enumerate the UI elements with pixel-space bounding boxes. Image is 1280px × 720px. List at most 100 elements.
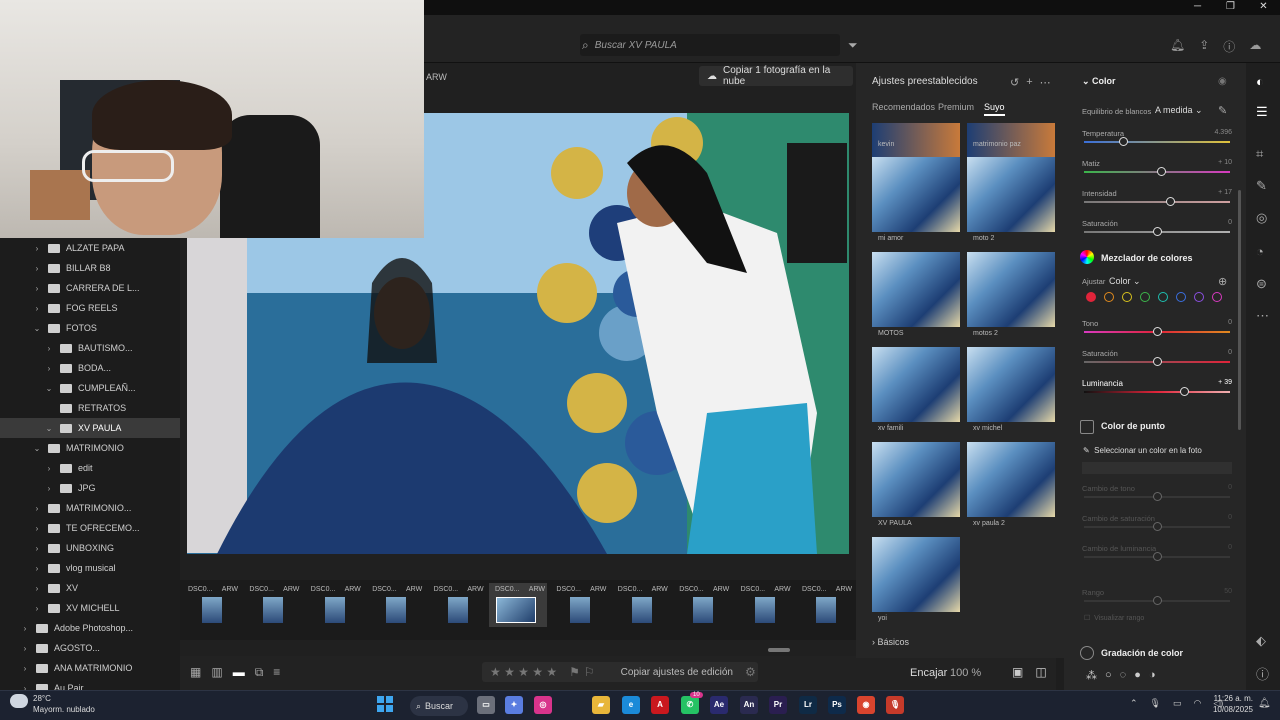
crop-icon[interactable]: ⌗ bbox=[1256, 146, 1263, 162]
preset-card[interactable]: mi amor bbox=[872, 157, 960, 244]
folder-item[interactable]: › BAUTISMO... bbox=[0, 338, 180, 358]
folder-item[interactable]: › XV MICHELL bbox=[0, 598, 180, 618]
maximize-button[interactable]: ❐ bbox=[1214, 0, 1247, 15]
chevron-right-icon[interactable]: › bbox=[32, 504, 42, 513]
folder-item[interactable]: › TE OFRECEMO... bbox=[0, 518, 180, 538]
taskbar-app-whatsapp[interactable]: ✆ bbox=[681, 696, 699, 714]
filmstrip-thumb[interactable]: DSC0... ARW bbox=[673, 583, 731, 627]
taskbar-app-premiere[interactable]: Pr bbox=[769, 696, 787, 714]
chevron-right-icon[interactable]: › bbox=[32, 284, 42, 293]
chevron-right-icon[interactable]: › bbox=[32, 524, 42, 533]
slider-knob[interactable] bbox=[1118, 137, 1128, 146]
reject-flag-icon[interactable]: ⚐ bbox=[584, 665, 595, 679]
filmstrip-thumb[interactable]: DSC0... ARW bbox=[305, 583, 363, 627]
clock[interactable]: 11:26 a. m. 10/08/2025 bbox=[1203, 693, 1253, 715]
wb-select[interactable]: A medida ⌄ bbox=[1155, 105, 1203, 116]
grading-shadows-icon[interactable]: ○ bbox=[1105, 669, 1112, 682]
color-grading-title[interactable]: Gradación de color bbox=[1101, 648, 1183, 658]
before-after-icon[interactable]: ▣ bbox=[1012, 665, 1023, 679]
minimize-button[interactable]: ─ bbox=[1181, 0, 1214, 15]
filter-icon[interactable]: ⏷ bbox=[848, 38, 858, 53]
taskbar-app-mic[interactable]: 🎙 bbox=[886, 696, 904, 714]
slider-knob[interactable] bbox=[1152, 492, 1162, 501]
folder-item[interactable]: › UNBOXING bbox=[0, 538, 180, 558]
folder-item[interactable]: ⌄ XV PAULA bbox=[0, 418, 180, 438]
folder-item[interactable]: › JPG bbox=[0, 478, 180, 498]
filmstrip-thumb[interactable]: DSC0... ARW bbox=[428, 583, 486, 627]
slider-knob[interactable] bbox=[1165, 197, 1175, 206]
slider-knob[interactable] bbox=[1156, 167, 1166, 176]
pick-color-button[interactable]: ✎ Seleccionar un color en la foto bbox=[1083, 446, 1202, 455]
filmstrip-thumb[interactable]: DSC0... ARW bbox=[182, 583, 240, 627]
chevron-right-icon[interactable]: › bbox=[44, 484, 54, 493]
folder-item[interactable]: ⌄ MATRIMONIO bbox=[0, 438, 180, 458]
slider-track[interactable] bbox=[1084, 201, 1230, 203]
slider-value[interactable]: 4.396 bbox=[1192, 129, 1232, 136]
taskbar-app-chrome[interactable]: ◉ bbox=[857, 696, 875, 714]
adjust-select[interactable]: Color ⌄ bbox=[1109, 276, 1141, 287]
taskbar-app-acrobat[interactable]: A bbox=[651, 696, 669, 714]
taskbar-app-files[interactable]: ▭ bbox=[477, 696, 495, 714]
slider-knob[interactable] bbox=[1152, 227, 1162, 236]
taskbar-app-copilot[interactable]: ✦ bbox=[505, 696, 523, 714]
chevron-right-icon[interactable]: › bbox=[32, 264, 42, 273]
color-swatch[interactable] bbox=[1212, 292, 1222, 302]
more-icon[interactable]: ⋯ bbox=[1256, 308, 1269, 324]
preset-card[interactable]: matrimonio paz bbox=[967, 93, 1055, 167]
cloud-icon[interactable]: ☁ bbox=[1249, 38, 1261, 55]
loupe-view-icon[interactable]: ▬ bbox=[233, 665, 245, 680]
slider-knob[interactable] bbox=[1152, 327, 1162, 336]
color-swatch[interactable] bbox=[1140, 292, 1150, 302]
filmstrip-thumb[interactable]: DSC0... ARW bbox=[550, 583, 608, 627]
color-swatch[interactable] bbox=[1104, 292, 1114, 302]
help-icon[interactable]: ⓘ bbox=[1223, 38, 1235, 55]
preset-card[interactable]: xv famili bbox=[872, 347, 960, 434]
folder-item[interactable]: › XV bbox=[0, 578, 180, 598]
preset-card[interactable]: MOTOS bbox=[872, 252, 960, 339]
flag-icon[interactable]: ⚑ bbox=[569, 665, 580, 679]
filmstrip-thumb[interactable]: DSC0... ARW bbox=[735, 583, 793, 627]
windows-start-icon[interactable] bbox=[377, 696, 393, 712]
undo-icon[interactable]: ↺ bbox=[1010, 76, 1019, 89]
edit-icon[interactable]: ◐ bbox=[1256, 74, 1264, 89]
folder-item[interactable]: › BODA... bbox=[0, 358, 180, 378]
sliders-icon[interactable]: ☰ bbox=[1256, 104, 1268, 120]
slider-value[interactable]: + 39 bbox=[1192, 379, 1232, 386]
chevron-down-icon[interactable]: ⌄ bbox=[44, 384, 54, 393]
preset-card[interactable]: motos 2 bbox=[967, 252, 1055, 339]
filmstrip-thumb[interactable]: DSC0... ARW bbox=[489, 583, 547, 627]
slider-value[interactable]: 0 bbox=[1192, 484, 1232, 491]
eye-icon[interactable]: ◉ bbox=[1218, 76, 1227, 87]
folder-item[interactable]: › MATRIMONIO... bbox=[0, 498, 180, 518]
chevron-right-icon[interactable]: › bbox=[32, 564, 42, 573]
folder-item[interactable]: › Adobe Photoshop... bbox=[0, 618, 180, 638]
slider-knob[interactable] bbox=[1152, 522, 1162, 531]
taskbar-app-lightroom[interactable]: Lr bbox=[799, 696, 817, 714]
folder-item[interactable]: › edit bbox=[0, 458, 180, 478]
slider-knob[interactable] bbox=[1152, 357, 1162, 366]
chevron-right-icon[interactable]: › bbox=[32, 304, 42, 313]
slider-value[interactable]: 0 bbox=[1192, 514, 1232, 521]
slider-value[interactable]: + 17 bbox=[1192, 189, 1232, 196]
mic-tray-icon[interactable]: 🎙︎ bbox=[1150, 698, 1161, 709]
chevron-up-icon[interactable]: ⌃ bbox=[1130, 698, 1138, 709]
slider-value[interactable]: 0 bbox=[1192, 319, 1232, 326]
tag-icon[interactable]: ⬖ bbox=[1256, 633, 1266, 649]
heal-icon[interactable]: ✎ bbox=[1256, 178, 1267, 194]
stack-icon[interactable]: ⧉ bbox=[255, 665, 264, 680]
redeye-icon[interactable]: ◔ bbox=[1256, 244, 1264, 259]
chevron-right-icon[interactable]: › bbox=[32, 544, 42, 553]
sort-icon[interactable]: ≡ bbox=[273, 665, 280, 680]
slider-value[interactable]: 0 bbox=[1192, 219, 1232, 226]
slider-value[interactable]: + 10 bbox=[1192, 159, 1232, 166]
chevron-right-icon[interactable]: › bbox=[44, 364, 54, 373]
split-view-icon[interactable]: ◫ bbox=[1035, 665, 1046, 679]
target-icon[interactable]: ⊕ bbox=[1218, 275, 1227, 288]
grid-view-icon[interactable]: ▦ bbox=[190, 665, 201, 680]
folder-item[interactable]: ⌄ CUMPLEAÑ... bbox=[0, 378, 180, 398]
folder-item[interactable]: › vlog musical bbox=[0, 558, 180, 578]
mask-icon[interactable]: ◎ bbox=[1256, 210, 1267, 226]
compare-view-icon[interactable]: ▥ bbox=[211, 665, 222, 680]
chevron-down-icon[interactable]: ⌄ bbox=[44, 424, 54, 433]
chevron-down-icon[interactable]: ⌄ bbox=[32, 444, 42, 453]
